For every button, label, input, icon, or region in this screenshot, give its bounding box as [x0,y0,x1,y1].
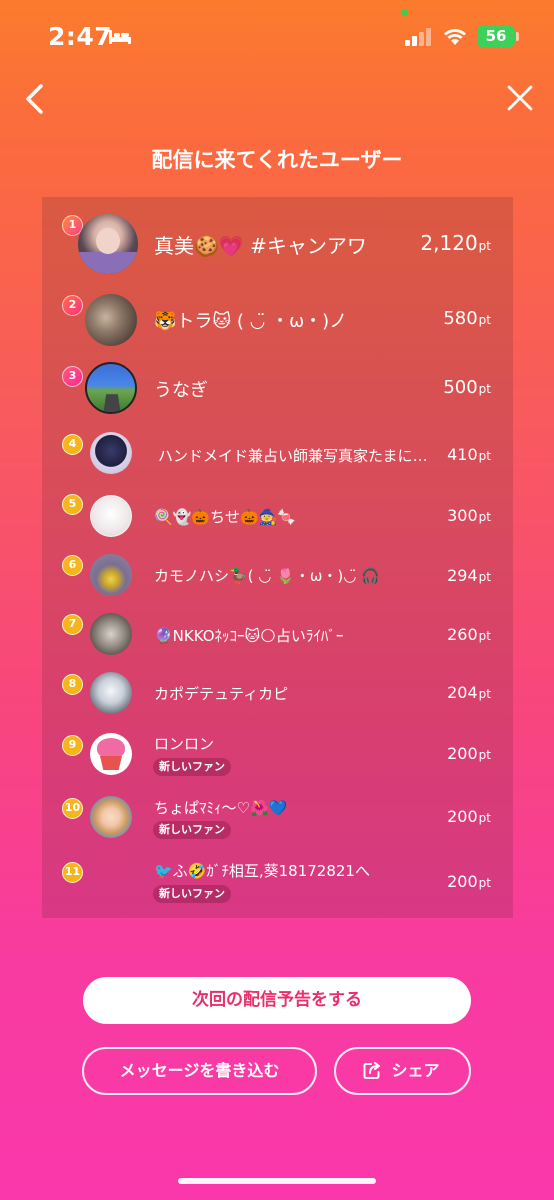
new-fan-badge: 新しいファン [153,821,231,839]
user-name: 🔮NKKOﾈｯｺｰ🐱🌕占いﾗｲﾊﾞｰ [154,627,344,645]
status-time: 2:47 [48,22,113,51]
user-points: 500pt [443,377,491,398]
rank-badge: 10 [62,798,83,819]
user-name: カポデテュティカピ [154,685,289,703]
user-points: 200pt [447,744,491,763]
points-unit: pt [478,313,491,327]
user-name: 🍭👻🎃ちせ🎃🧙🍬 [154,508,297,526]
rank-badge: 6 [62,555,83,576]
avatar [90,432,132,474]
user-name: 🐯トラ🐱 ( ◡̈ ・ω・)ノ [154,311,348,332]
points-value: 300 [447,506,478,525]
ranking-list: 1 真美🍪💗 #キャンアワ 2,120pt 2 🐯トラ🐱 ( ◡̈ ・ω・)ノ … [42,197,513,918]
points-value: 410 [447,445,478,464]
points-unit: pt [478,687,491,701]
list-item[interactable]: 10 ちょぱﾏﾐｨ〜♡🌺💙 新しいファン 200pt [42,793,513,849]
battery-icon: 56 [477,25,515,48]
avatar [90,796,132,838]
rank-badge: 7 [62,614,83,635]
avatar [90,672,132,714]
points-unit: pt [478,876,491,890]
user-points: 204pt [447,683,491,702]
user-name: 真美🍪💗 #キャンアワ [154,234,367,258]
points-unit: pt [478,748,491,762]
user-points: 580pt [443,308,491,329]
rank-badge: 4 [62,434,83,455]
points-value: 294 [447,566,478,585]
points-value: 200 [447,807,478,826]
share-icon [363,1062,380,1079]
camera-indicator-dot [401,9,408,16]
user-name: ロンロン [154,735,215,753]
rank-badge: 9 [62,735,83,756]
user-points: 260pt [447,625,491,644]
write-message-button[interactable]: メッセージを書き込む [82,1047,317,1095]
user-points: 294pt [447,566,491,585]
rank-badge: 8 [62,674,83,695]
user-name: ハンドメイド兼占い師兼写真家たまにゲーム [158,447,432,465]
list-item[interactable]: 3 うなぎ 500pt [42,360,513,416]
share-button[interactable]: シェア [334,1047,471,1095]
rank-badge: 2 [62,295,83,316]
points-value: 580 [443,308,478,329]
avatar [85,294,137,346]
list-item[interactable]: 5 🍭👻🎃ちせ🎃🧙🍬 300pt [42,492,513,544]
points-unit: pt [478,382,491,396]
new-fan-badge: 新しいファン [153,885,231,903]
back-chevron-icon[interactable] [20,82,50,116]
user-points: 2,120pt [420,231,491,255]
points-unit: pt [478,449,491,463]
rank-badge: 3 [62,366,83,387]
share-label: シェア [391,1061,440,1080]
wifi-icon [444,29,466,45]
avatar [90,613,132,655]
list-item[interactable]: 8 カポデテュティカピ 204pt [42,669,513,721]
points-value: 500 [443,377,478,398]
list-item[interactable]: 4 ハンドメイド兼占い師兼写真家たまにゲーム 410pt [42,428,513,480]
announce-next-stream-button[interactable]: 次回の配信予告をする [83,977,471,1024]
points-value: 200 [447,744,478,763]
rank-badge: 5 [62,494,83,515]
user-points: 200pt [447,872,491,891]
bed-icon [109,30,131,44]
battery-tip [516,32,519,41]
user-points: 300pt [447,506,491,525]
user-name: ちょぱﾏﾐｨ〜♡🌺💙 [154,799,288,817]
signal-icon [405,28,431,46]
avatar [90,733,132,775]
avatar [90,495,132,537]
user-name: カモノハシ🦆( ◡̈ 🌷・ω・)◡̈ 🎧 [154,567,380,585]
list-item[interactable]: 6 カモノハシ🦆( ◡̈ 🌷・ω・)◡̈ 🎧 294pt [42,551,513,603]
user-name: うなぎ [154,380,208,401]
user-points: 410pt [447,445,491,464]
list-item[interactable]: 11 🐦ふ🤣ｶﾞﾁ相互,葵18172821へ 新しいファン 200pt [42,857,513,909]
rank-badge: 11 [62,862,83,883]
points-value: 204 [447,683,478,702]
avatar [85,362,137,414]
avatar [78,214,138,274]
points-value: 2,120 [420,231,478,255]
list-item[interactable]: 9 ロンロン 新しいファン 200pt [42,729,513,785]
points-unit: pt [478,239,491,253]
points-value: 260 [447,625,478,644]
points-unit: pt [478,510,491,524]
points-unit: pt [478,570,491,584]
home-indicator[interactable] [178,1178,376,1184]
list-item[interactable]: 2 🐯トラ🐱 ( ◡̈ ・ω・)ノ 580pt [42,290,513,348]
write-message-label: メッセージを書き込む [119,1061,280,1080]
list-item[interactable]: 1 真美🍪💗 #キャンアワ 2,120pt [42,211,513,277]
points-unit: pt [478,811,491,825]
close-icon[interactable] [506,84,534,112]
page-title: 配信に来てくれたユーザー [151,148,403,172]
user-points: 200pt [447,807,491,826]
new-fan-badge: 新しいファン [153,758,231,776]
points-value: 200 [447,872,478,891]
user-name: 🐦ふ🤣ｶﾞﾁ相互,葵18172821へ [154,862,370,880]
points-unit: pt [478,629,491,643]
status-bar: 2:47 56 [0,0,554,72]
list-item[interactable]: 7 🔮NKKOﾈｯｺｰ🐱🌕占いﾗｲﾊﾞｰ 260pt [42,610,513,662]
avatar [90,554,132,596]
